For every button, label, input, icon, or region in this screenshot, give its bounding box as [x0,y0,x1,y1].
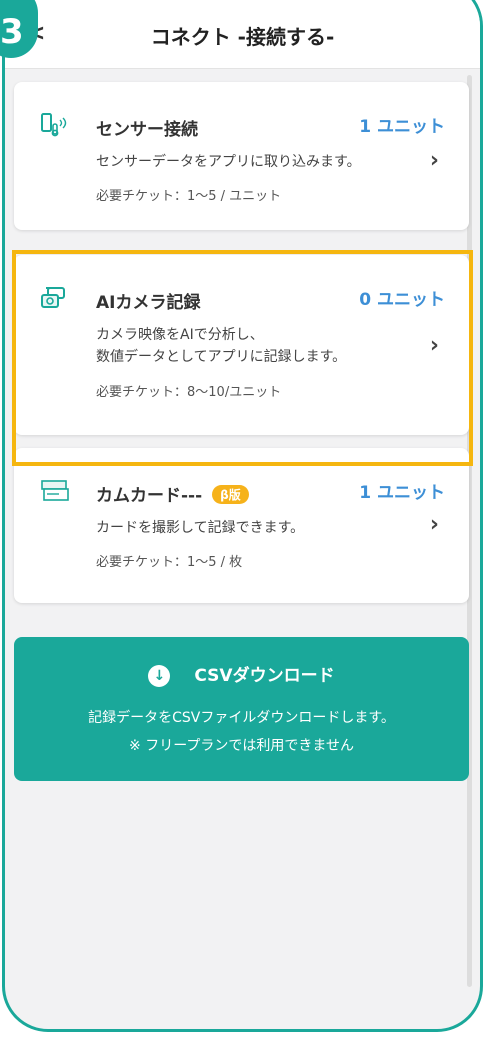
card-description-line1: カメラ映像をAIで分析し、 [96,327,264,343]
ticket-requirement: 必要チケット：1～5 / 枚 [96,555,243,570]
csv-note: ※ フリープランでは利用できません [129,738,354,754]
ticket-requirement: 必要チケット：1～5 / ユニット [96,189,282,204]
card-sensor-connect[interactable]: センサー接続 1 ユニット センサーデータをアプリに取り込みます。 必要チケット… [14,82,469,230]
card-description: センサーデータをアプリに取り込みます。 [96,154,361,170]
step-number: 3 [0,12,24,52]
header-bar: < コネクト -接続する- [5,0,480,69]
card-title: AIカメラ記録 [96,293,201,313]
card-cam-card[interactable]: カムカード--- β版 1 ユニット カードを撮影して記録できます。 必要チケット… [14,448,469,603]
card-description-line2: 数値データとしてアプリに記録します。 [96,349,347,365]
card-title-text: カムカード--- [96,486,203,506]
csv-title: ↓ CSVダウンロード [14,661,469,687]
card-title: カムカード--- β版 [96,481,249,506]
download-icon: ↓ [148,665,171,687]
camera-icon [41,287,65,308]
page-title: コネクト -接続する- [150,25,335,49]
unit-count: 1 ユニット [359,483,445,503]
beta-badge: β版 [212,485,249,504]
csv-download-button[interactable]: ↓ CSVダウンロード 記録データをCSVファイルダウンロードします。 ※ フリー… [14,637,469,781]
csv-title-text: CSVダウンロード [194,666,335,686]
unit-count: 0 ユニット [359,290,445,310]
chevron-right-icon[interactable]: › [430,512,439,537]
unit-count: 1 ユニット [359,117,445,137]
chevron-right-icon[interactable]: › [430,333,439,358]
ticket-requirement: 必要チケット：8〜10/ユニット [96,385,282,400]
card-icon [41,480,69,501]
sensor-icon [41,113,67,137]
card-description: カードを撮影して記録できます。 [96,520,305,536]
chevron-right-icon[interactable]: › [430,148,439,173]
card-ai-camera[interactable]: AIカメラ記録 0 ユニット カメラ映像をAIで分析し、 数値データとしてアプリ… [14,255,469,435]
card-title: センサー接続 [96,120,198,140]
csv-description: 記録データをCSVファイルダウンロードします。 [88,710,395,726]
